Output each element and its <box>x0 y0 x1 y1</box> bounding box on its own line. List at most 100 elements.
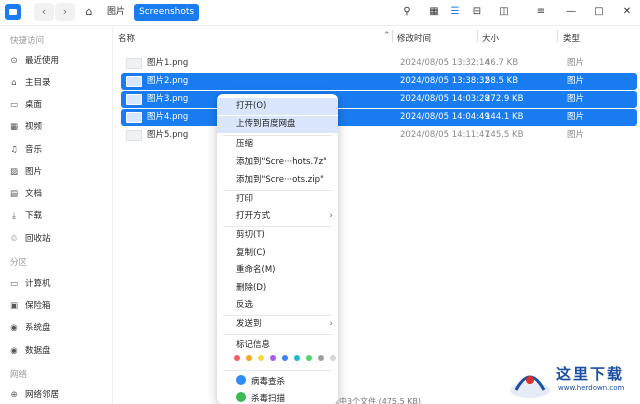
sidebar-item-documents[interactable]: ▤ 文档 <box>8 187 42 201</box>
menu-item-virus-scan[interactable]: 病毒查杀 <box>217 374 338 391</box>
menu-item-open[interactable]: 打开(O) <box>217 98 338 115</box>
watermark-text: 这里下载 <box>556 365 625 383</box>
picture-icon: ▨ <box>9 167 19 177</box>
tag-color-cyan[interactable] <box>294 355 300 361</box>
sidebar-item-trash[interactable]: ♲ 回收站 <box>8 232 50 246</box>
detail-panel-icon[interactable]: ◫ <box>496 4 512 20</box>
tag-color-blue[interactable] <box>282 355 288 361</box>
back-button[interactable]: ‹ <box>34 3 54 21</box>
column-header-type[interactable]: 类型 <box>563 32 580 44</box>
file-mtime: 2024/08/05 13:38:32 <box>400 76 490 86</box>
image-file-icon <box>126 76 142 87</box>
sidebar-item-label: 桌面 <box>25 100 43 110</box>
menu-separator <box>223 334 332 335</box>
maximize-icon[interactable]: □ <box>591 4 607 20</box>
file-row[interactable]: 图片1.png 2024/08/05 13:32:14 46.7 KB 图片 <box>121 55 637 72</box>
sidebar-item-pictures[interactable]: ▨ 图片 <box>8 165 42 179</box>
sidebar-item-recent[interactable]: ⊙ 最近使用 <box>8 54 59 68</box>
tag-color-green[interactable] <box>306 355 312 361</box>
sidebar-item-music[interactable]: ♫ 音乐 <box>8 143 42 157</box>
tag-color-light-gray[interactable] <box>330 355 336 361</box>
file-mtime: 2024/08/05 14:04:49 <box>400 112 490 122</box>
minimize-icon[interactable]: — <box>563 4 579 20</box>
file-type: 图片 <box>567 130 585 140</box>
menu-item-copy[interactable]: 复制(C) <box>217 245 338 262</box>
tag-color-gray[interactable] <box>318 355 324 361</box>
menu-icon[interactable]: ≡ <box>533 4 549 20</box>
menu-item-invert-selection[interactable]: 反选 <box>217 297 338 314</box>
grid-view-icon[interactable]: ▦ <box>426 4 442 20</box>
menu-item-upload-baidu[interactable]: 上传到百度网盘 <box>217 116 338 133</box>
sidebar-item-label: 网络邻居 <box>25 390 60 400</box>
sidebar-item-data-disk[interactable]: ◉ 数据盘 <box>8 344 51 358</box>
search-icon[interactable]: ⚲ <box>399 4 415 20</box>
sidebar-item-system-disk[interactable]: ◉ 系统盘 <box>8 321 50 335</box>
home-icon: ⌂ <box>11 78 17 88</box>
file-row[interactable]: 图片4.png 2024/08/05 14:04:49 144.1 KB 图片 <box>121 109 637 126</box>
menu-item-send-to[interactable]: 发送到 › <box>217 316 338 333</box>
breadcrumb-screenshots[interactable]: Screenshots <box>134 4 200 21</box>
tag-color-orange[interactable] <box>246 355 252 361</box>
forward-button[interactable]: › <box>55 3 75 21</box>
menu-item-add-7z[interactable]: 添加到"Scre···hots.7z" <box>217 154 338 171</box>
menu-item-antivirus-scan[interactable]: 杀毒扫描 <box>217 391 338 404</box>
sidebar-item-network-neighborhood[interactable]: ⊕ 网络邻居 <box>8 388 59 402</box>
menu-item-cut[interactable]: 剪切(T) <box>217 227 338 244</box>
trash-icon: ♲ <box>10 234 18 244</box>
column-divider[interactable] <box>557 30 558 42</box>
file-mtime: 2024/08/05 13:32:14 <box>400 58 490 68</box>
close-icon[interactable]: ✕ <box>619 4 635 20</box>
tag-color-purple[interactable] <box>270 355 276 361</box>
sidebar-item-label: 数据盘 <box>25 346 51 356</box>
file-type: 图片 <box>567 94 585 104</box>
sidebar-item-label: 最近使用 <box>25 56 60 66</box>
menu-item-delete[interactable]: 删除(D) <box>217 280 338 297</box>
network-icon: ⊕ <box>10 390 18 400</box>
breadcrumb-pictures[interactable]: 图片 <box>102 4 130 21</box>
sidebar-item-label: 文档 <box>25 189 43 199</box>
file-row[interactable]: 图片5.png 2024/08/05 14:11:47 145.5 KB 图片 <box>121 127 637 144</box>
home-icon[interactable]: ⌂ <box>82 4 96 20</box>
column-header-name[interactable]: 名称 <box>118 32 135 44</box>
menu-item-print[interactable]: 打印 <box>217 191 338 208</box>
tree-view-icon[interactable]: ⊟ <box>469 4 485 20</box>
list-view-icon[interactable]: ☰ <box>447 4 463 20</box>
disk-icon: ◉ <box>10 323 18 333</box>
sidebar-item-label: 视频 <box>25 122 43 132</box>
tag-color-yellow[interactable] <box>258 355 264 361</box>
file-mtime: 2024/08/05 14:11:47 <box>400 130 490 140</box>
menu-item-label: 病毒查杀 <box>251 377 286 387</box>
column-divider[interactable] <box>477 30 478 42</box>
menu-item-label: 发送到 <box>236 319 262 329</box>
menu-item-open-with[interactable]: 打开方式 › <box>217 208 338 225</box>
shield-icon <box>236 375 246 385</box>
file-name: 图片4.png <box>147 112 189 122</box>
column-header-size[interactable]: 大小 <box>482 32 499 44</box>
file-row[interactable]: 图片2.png 2024/08/05 13:38:32 58.5 KB 图片 <box>121 73 637 90</box>
sidebar-item-computer[interactable]: ▭ 计算机 <box>8 277 51 291</box>
sidebar-item-videos[interactable]: ▦ 视频 <box>8 120 42 134</box>
sidebar-item-desktop[interactable]: ▭ 桌面 <box>8 98 42 112</box>
tag-color-red[interactable] <box>234 355 240 361</box>
menu-item-compress[interactable]: 压缩 <box>217 136 338 153</box>
sort-ascending-icon[interactable]: ⌃ <box>383 31 391 41</box>
sidebar-item-label: 音乐 <box>25 145 43 155</box>
file-type: 图片 <box>567 76 585 86</box>
sidebar-heading-quick-access: 快捷访问 <box>10 36 45 46</box>
sidebar-item-home[interactable]: ⌂ 主目录 <box>8 76 50 90</box>
file-size: 46.7 KB <box>485 58 519 68</box>
column-header-modified[interactable]: 修改时间 <box>397 32 431 44</box>
file-row[interactable]: 图片3.png 2024/08/05 14:03:28 272.9 KB 图片 <box>121 91 637 108</box>
sidebar-item-vault[interactable]: ▣ 保险箱 <box>8 299 51 313</box>
sidebar-item-label: 图片 <box>25 167 43 177</box>
menu-item-add-zip[interactable]: 添加到"Scre···ots.zip" <box>217 172 338 189</box>
file-size: 272.9 KB <box>485 94 524 104</box>
sidebar-item-label: 下载 <box>25 211 43 221</box>
menu-item-rename[interactable]: 重命名(M) <box>217 262 338 279</box>
image-file-icon <box>126 112 142 123</box>
sidebar-item-downloads[interactable]: ⤓ 下载 <box>8 209 42 223</box>
column-divider[interactable] <box>392 30 393 42</box>
context-menu: 打开(O) 上传到百度网盘 压缩 添加到"Scre···hots.7z" 添加到… <box>217 94 338 404</box>
file-name: 图片2.png <box>147 76 189 86</box>
file-manager-app-icon <box>5 4 21 20</box>
